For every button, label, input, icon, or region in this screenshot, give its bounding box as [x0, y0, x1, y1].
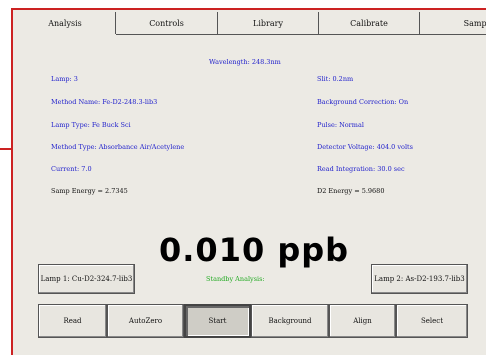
select-button[interactable]: Select: [396, 304, 468, 338]
app-window: Analysis Controls Library Calibrate Samp…: [11, 8, 486, 355]
start-button[interactable]: Start: [184, 304, 251, 338]
current: Current: 7.0: [51, 165, 92, 173]
pulse: Pulse: Normal: [317, 121, 364, 129]
status-text: Standby Analysis:: [206, 275, 265, 283]
read-button[interactable]: Read: [38, 304, 107, 338]
tab-controls[interactable]: Controls: [116, 12, 218, 34]
slit: Slit: 0.2nm: [317, 75, 354, 83]
background-button[interactable]: Background: [251, 304, 329, 338]
tab-analysis[interactable]: Analysis: [15, 12, 116, 34]
reading-value: 0.010 ppb: [159, 231, 350, 269]
detector-voltage: Detector Voltage: 404.0 volts: [317, 143, 413, 151]
lamp-number: Lamp: 3: [51, 75, 78, 83]
lamp2-button[interactable]: Lamp 2: As-D2-193.7-lib3: [371, 264, 468, 294]
tab-bar: Analysis Controls Library Calibrate Samp…: [15, 12, 486, 34]
wavelength-label: Wavelength: 248.3nm: [209, 58, 281, 66]
tab-library[interactable]: Library: [218, 12, 319, 34]
tab-underline: [116, 34, 486, 35]
method-type: Method Type: Absorbance Air/Acetylene: [51, 143, 185, 151]
align-button[interactable]: Align: [329, 304, 396, 338]
tab-calibrate[interactable]: Calibrate: [319, 12, 420, 34]
samp-energy: Samp Energy = 2.7345: [51, 187, 128, 195]
lamp1-button[interactable]: Lamp 1: Cu-D2-324.7-lib3: [38, 264, 135, 294]
method-name: Method Name: Fe-D2-248.3-lib3: [51, 98, 158, 106]
d2-energy: D2 Energy = 5.9680: [317, 187, 385, 195]
left-edge-line: [0, 148, 11, 150]
autozero-button[interactable]: AutoZero: [107, 304, 184, 338]
background-correction: Background Correction: On: [317, 98, 409, 106]
tab-samples[interactable]: Samples: [420, 12, 486, 34]
read-integration: Read Integration: 30.0 sec: [317, 165, 405, 173]
lamp-type: Lamp Type: Fe Buck Sci: [51, 121, 131, 129]
